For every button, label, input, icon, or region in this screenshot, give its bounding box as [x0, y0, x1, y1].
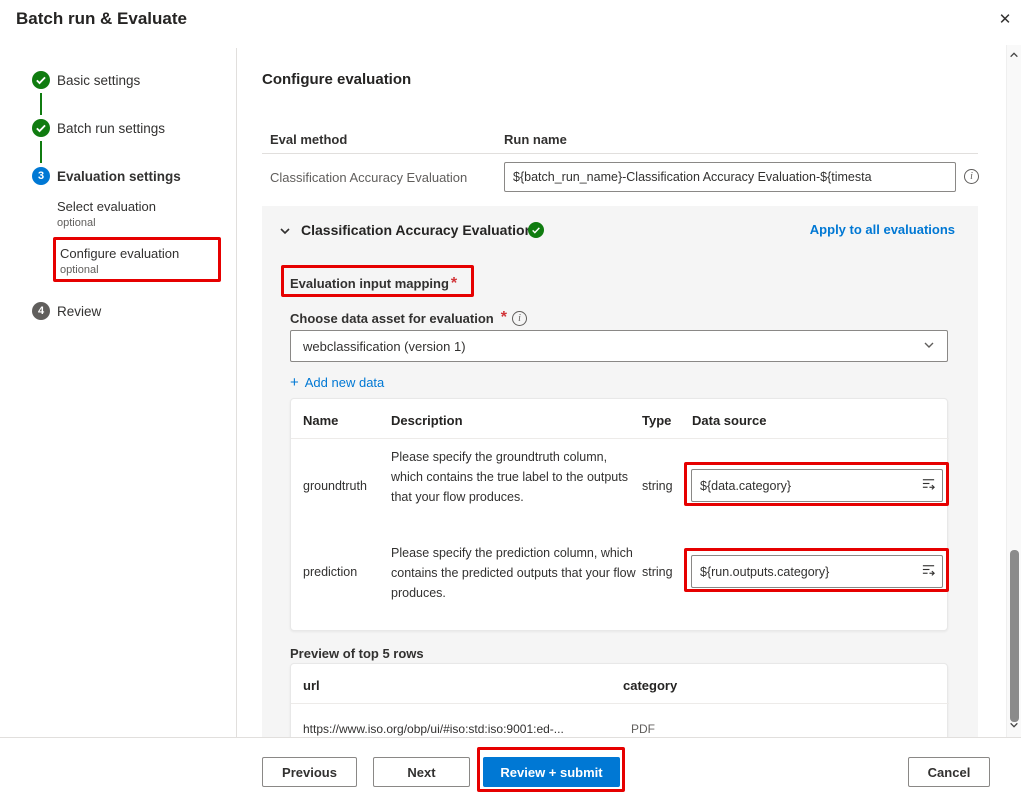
groundtruth-data-source-input[interactable] [700, 479, 921, 493]
table-header-rule [291, 703, 949, 704]
check-circle-icon [528, 222, 544, 238]
evaluation-input-mapping-label: Evaluation input mapping* [290, 275, 457, 293]
mapping-row-name: groundtruth [303, 479, 367, 493]
batch-run-evaluate-dialog: Batch run & Evaluate ✕ Basic settings Ba… [0, 0, 1021, 797]
scroll-up-icon[interactable] [1007, 47, 1021, 65]
dialog-title: Batch run & Evaluate [16, 9, 187, 29]
prediction-data-source-input[interactable] [700, 565, 921, 579]
stepper-step-review[interactable]: 4 Review [32, 302, 101, 320]
info-icon[interactable]: i [964, 169, 979, 184]
table-header-rule [291, 438, 949, 439]
mapping-row-type: string [642, 479, 673, 493]
step-label-evaluation-settings: Evaluation settings [57, 169, 181, 184]
review-submit-button[interactable]: Review + submit [483, 757, 620, 787]
mapping-icon[interactable] [921, 562, 936, 582]
preview-label: Preview of top 5 rows [290, 646, 424, 661]
preview-header-category: category [623, 678, 677, 693]
mapping-header-name: Name [303, 413, 338, 428]
mapping-header-description: Description [391, 413, 463, 428]
prediction-data-source-field[interactable] [691, 555, 943, 588]
page-title: Configure evaluation [262, 71, 411, 88]
next-button[interactable]: Next [373, 757, 470, 787]
evaluation-section-panel: Classification Accuracy Evaluation Apply… [262, 206, 978, 737]
stepper-step-batch-run-settings[interactable]: Batch run settings [32, 119, 165, 137]
mapping-icon[interactable] [921, 476, 936, 496]
mapping-row-description: Please specify the prediction column, wh… [391, 543, 639, 603]
required-asterisk: * [501, 309, 507, 327]
step-number-icon: 4 [32, 302, 50, 320]
groundtruth-data-source-field[interactable] [691, 469, 943, 502]
step-number-icon: 3 [32, 167, 50, 185]
plus-icon: + [290, 374, 299, 391]
eval-method-value: Classification Accuracy Evaluation [270, 170, 467, 185]
data-asset-selected-value: webclassification (version 1) [303, 339, 466, 354]
close-icon[interactable]: ✕ [992, 7, 1018, 33]
mapping-row-name: prediction [303, 565, 357, 579]
header-rule [262, 153, 978, 154]
step-label-batch-run-settings: Batch run settings [57, 121, 165, 136]
substep-configure-evaluation-note: optional [60, 264, 99, 276]
stepper-connector [40, 93, 42, 115]
apply-all-evaluations-link[interactable]: Apply to all evaluations [810, 222, 955, 237]
mapping-row-description: Please specify the groundtruth column, w… [391, 447, 639, 507]
preview-header-url: url [303, 678, 320, 693]
stepper-step-basic-settings[interactable]: Basic settings [32, 71, 140, 89]
substep-configure-evaluation[interactable]: Configure evaluation [60, 246, 179, 261]
cancel-button[interactable]: Cancel [908, 757, 990, 787]
previous-button[interactable]: Previous [262, 757, 357, 787]
run-name-input[interactable] [504, 162, 956, 192]
input-mapping-table: Name Description Type Data source ground… [290, 398, 948, 631]
chevron-down-icon [923, 339, 935, 354]
step-complete-icon [32, 119, 50, 137]
column-header-run-name: Run name [504, 132, 567, 147]
info-icon[interactable]: i [512, 311, 527, 326]
preview-row-url: https://www.iso.org/obp/ui/#iso:std:iso:… [303, 722, 564, 736]
step-label-review: Review [57, 304, 101, 319]
chevron-down-icon[interactable] [279, 224, 291, 242]
mapping-header-type: Type [642, 413, 671, 428]
mapping-row-type: string [642, 565, 673, 579]
add-new-data-label: Add new data [305, 375, 385, 390]
preview-row-category: PDF [631, 722, 655, 736]
step-complete-icon [32, 71, 50, 89]
evaluation-section-title[interactable]: Classification Accuracy Evaluation [301, 222, 533, 238]
column-header-eval-method: Eval method [270, 132, 347, 147]
step-label-basic-settings: Basic settings [57, 73, 140, 88]
stepper-step-evaluation-settings[interactable]: 3 Evaluation settings [32, 167, 181, 185]
data-asset-label: Choose data asset for evaluation [290, 311, 494, 326]
data-asset-dropdown[interactable]: webclassification (version 1) [290, 330, 948, 362]
mapping-header-data-source: Data source [692, 413, 766, 428]
scroll-down-icon[interactable] [1007, 717, 1021, 735]
footer-bar: Previous Next Review + submit Cancel [0, 737, 1021, 797]
substep-select-evaluation[interactable]: Select evaluation [57, 199, 156, 214]
required-asterisk: * [451, 275, 457, 292]
vertical-scrollbar[interactable] [1006, 45, 1021, 737]
data-asset-label-row: Choose data asset for evaluation * i [290, 309, 527, 327]
stepper-connector [40, 141, 42, 163]
sidebar-divider [236, 48, 237, 737]
add-new-data-link[interactable]: + Add new data [290, 374, 384, 391]
preview-table: url category https://www.iso.org/obp/ui/… [290, 663, 948, 737]
scrollbar-thumb[interactable] [1010, 550, 1019, 722]
input-mapping-text: Evaluation input mapping [290, 276, 449, 291]
substep-select-evaluation-note: optional [57, 217, 96, 229]
